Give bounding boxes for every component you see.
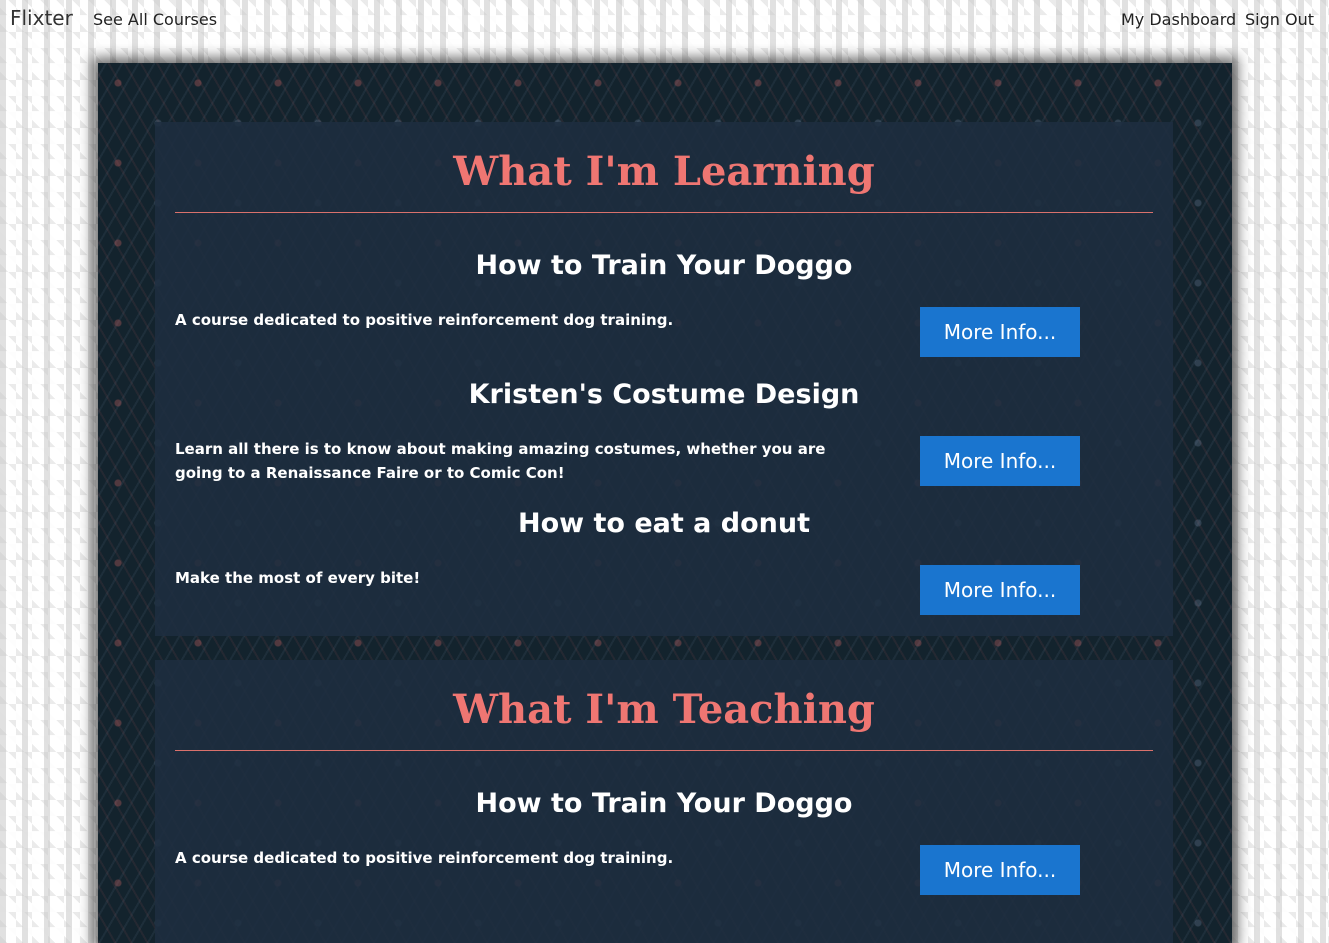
course-title: Kristen's Costume Design [468, 379, 860, 410]
course-description: A course dedicated to positive reinforce… [175, 311, 674, 329]
course-title: How to Train Your Doggo [475, 250, 853, 281]
more-info-button[interactable]: More Info... [920, 565, 1080, 615]
top-navbar: Flixter See All Courses My Dashboard Sig… [0, 0, 1329, 40]
sign-out-link[interactable]: Sign Out [1245, 10, 1314, 29]
course-description: Learn all there is to know about making … [175, 440, 826, 482]
course-description: A course dedicated to positive reinforce… [175, 849, 674, 867]
see-all-courses-link[interactable]: See All Courses [93, 10, 217, 29]
section-divider [175, 750, 1153, 751]
more-info-button[interactable]: More Info... [920, 845, 1080, 895]
section-divider [175, 212, 1153, 213]
teaching-section: What I'm Teaching How to Train Your Dogg… [155, 660, 1173, 943]
teaching-section-title: What I'm Teaching [453, 686, 875, 733]
learning-section: What I'm Learning How to Train Your Dogg… [155, 122, 1173, 636]
learning-section-title: What I'm Learning [453, 148, 875, 195]
more-info-button[interactable]: More Info... [920, 436, 1080, 486]
course-title: How to Train Your Doggo [475, 788, 853, 819]
brand-link[interactable]: Flixter [10, 6, 73, 30]
course-title: How to eat a donut [517, 508, 811, 539]
my-dashboard-link[interactable]: My Dashboard [1121, 10, 1236, 29]
more-info-button[interactable]: More Info... [920, 307, 1080, 357]
dashboard-frame: What I'm Learning How to Train Your Dogg… [98, 63, 1232, 943]
course-description: Make the most of every bite! [175, 569, 421, 587]
